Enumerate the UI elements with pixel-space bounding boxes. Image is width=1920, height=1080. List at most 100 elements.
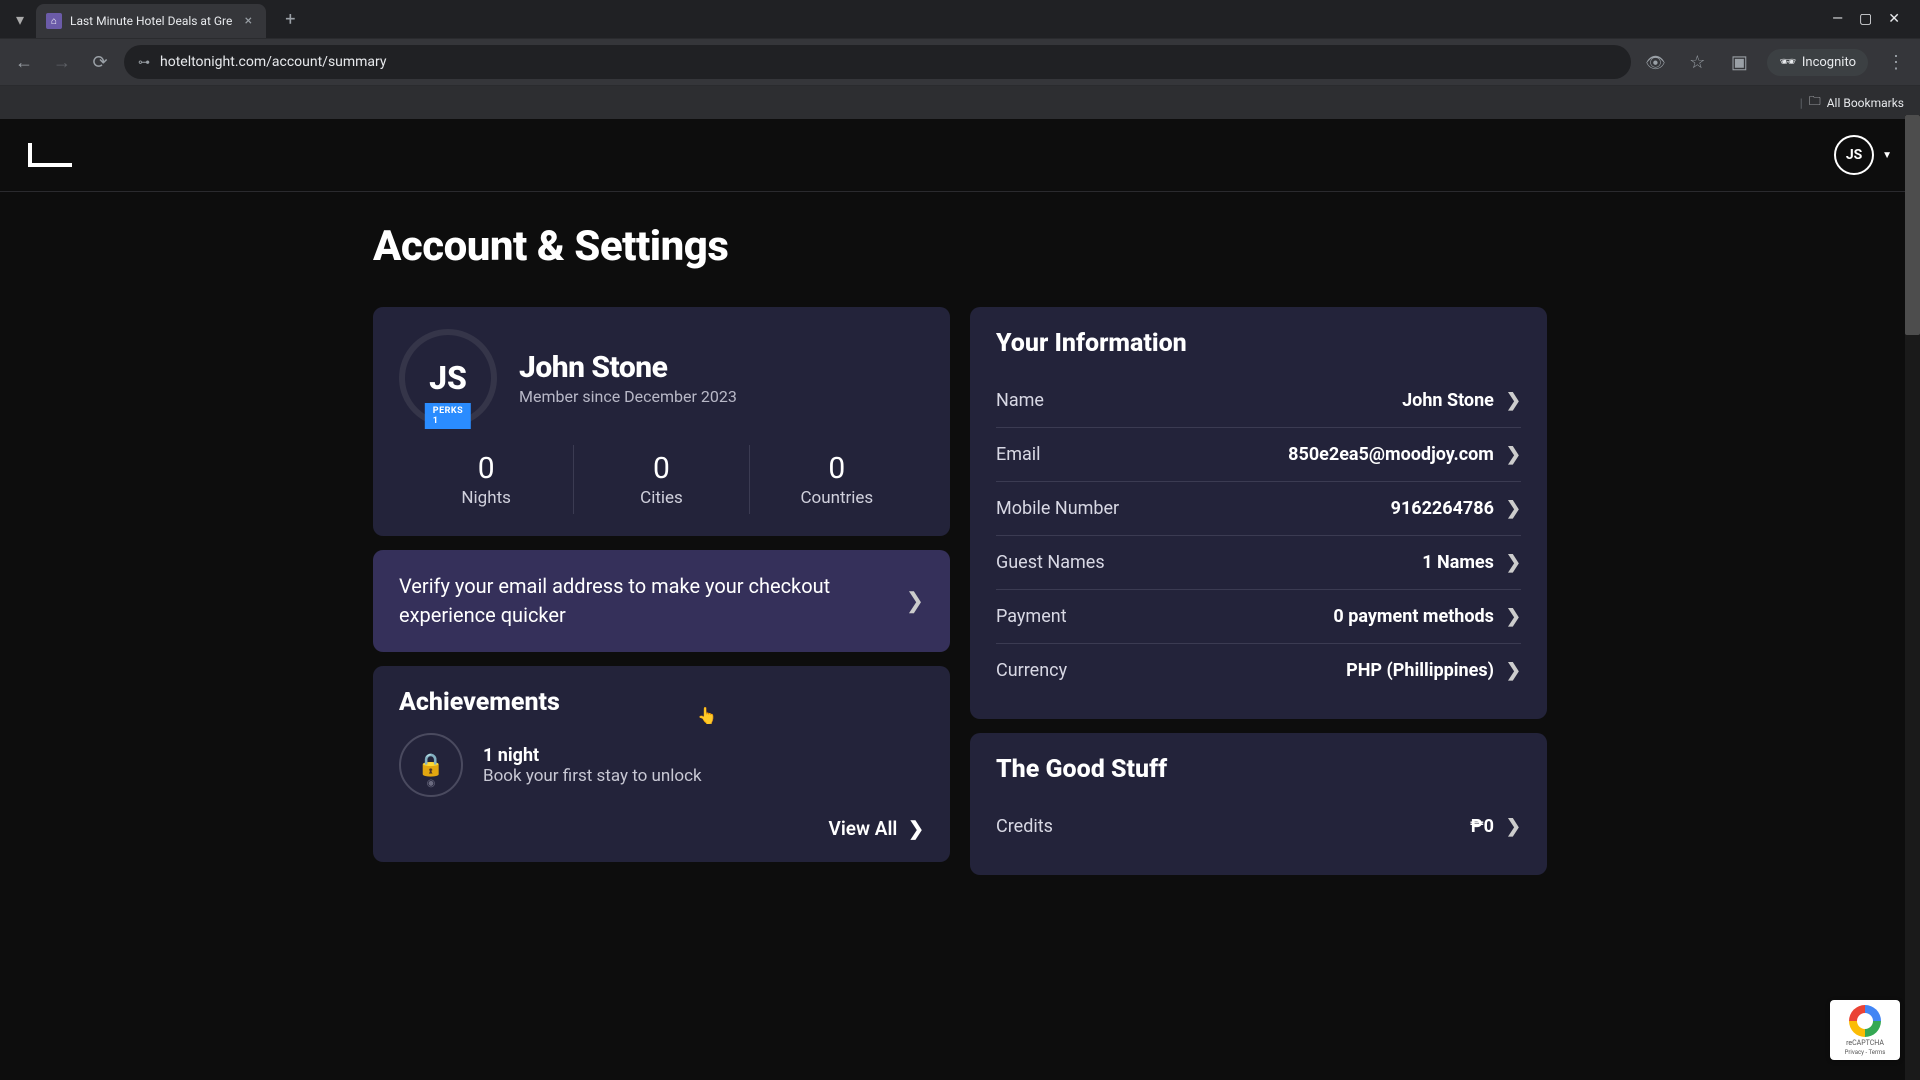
lock-icon: 🔒 <box>399 733 463 797</box>
stats-row: 0 Nights 0 Cities 0 Countries <box>399 445 924 514</box>
your-information-card: Your Information Name John Stone❯ Email … <box>970 307 1547 719</box>
avatar-large-initials: JS <box>429 359 467 397</box>
good-stuff-card: The Good Stuff Credits ₱0 ❯ <box>970 733 1547 875</box>
maximize-icon[interactable]: ▢ <box>1859 11 1872 27</box>
info-label: Mobile Number <box>996 498 1119 519</box>
info-row-credits[interactable]: Credits ₱0 ❯ <box>996 800 1521 853</box>
view-all-link[interactable]: View All ❯ <box>399 817 924 840</box>
scrollbar[interactable] <box>1905 115 1920 1080</box>
info-row-mobile[interactable]: Mobile Number 9162264786 ❯ <box>996 482 1521 536</box>
tab-search-dropdown[interactable]: ▾ <box>8 7 32 31</box>
folder-icon: 🗀 <box>1809 92 1821 113</box>
info-value: John Stone <box>1402 390 1494 411</box>
visibility-off-icon[interactable]: 👁 <box>1641 48 1669 76</box>
verify-email-text: Verify your email address to make your c… <box>399 572 888 630</box>
bookmarks-bar: | 🗀 All Bookmarks <box>0 86 1920 119</box>
info-value: PHP (Phillippines) <box>1346 660 1494 681</box>
chevron-right-icon: ❯ <box>908 817 924 840</box>
forward-button[interactable]: → <box>48 48 76 76</box>
profile-name: John Stone <box>519 350 737 385</box>
all-bookmarks-link[interactable]: All Bookmarks <box>1827 96 1904 110</box>
info-label: Credits <box>996 816 1053 837</box>
stat-nights-value: 0 <box>399 451 573 486</box>
page-title: Account & Settings <box>373 222 1547 271</box>
chevron-right-icon: ❯ <box>1506 552 1521 573</box>
scrollbar-thumb[interactable] <box>1905 115 1920 335</box>
recaptcha-badge[interactable]: reCAPTCHA Privacy - Terms <box>1830 1000 1900 1060</box>
perks-badge: PERKS 1 <box>425 403 471 429</box>
info-value: 0 payment methods <box>1333 606 1493 627</box>
achievements-card: Achievements 🔒 1 night Book your first s… <box>373 666 950 862</box>
stat-nights-label: Nights <box>399 488 573 508</box>
panel-icon[interactable]: ▣ <box>1725 48 1753 76</box>
avatar-initials: JS <box>1846 147 1862 163</box>
reload-button[interactable]: ⟳ <box>86 48 114 76</box>
minimize-icon[interactable]: — <box>1832 11 1843 27</box>
app-header: JS ▼ <box>0 119 1920 192</box>
browser-menu-icon[interactable]: ⋮ <box>1882 48 1910 76</box>
chevron-right-icon: ❯ <box>1506 498 1521 519</box>
info-label: Currency <box>996 660 1067 681</box>
tab-bar: ▾ ⌂ Last Minute Hotel Deals at Gre × + —… <box>0 0 1920 38</box>
verify-email-card[interactable]: Verify your email address to make your c… <box>373 550 950 652</box>
hoteltonight-logo[interactable] <box>28 143 72 167</box>
incognito-icon: 🕶 <box>1779 55 1796 70</box>
avatar-large: JS PERKS 1 <box>399 329 497 427</box>
good-stuff-title: The Good Stuff <box>996 755 1521 784</box>
url-input[interactable]: ⊶ hoteltonight.com/account/summary <box>124 45 1631 79</box>
info-label: Payment <box>996 606 1067 627</box>
achievement-title: 1 night <box>483 745 702 766</box>
info-value: 850e2ea5@moodjoy.com <box>1288 444 1494 465</box>
stat-nights: 0 Nights <box>399 445 573 514</box>
info-row-name[interactable]: Name John Stone ❯ <box>996 374 1521 428</box>
stat-cities-label: Cities <box>574 488 748 508</box>
stat-countries-label: Countries <box>750 488 924 508</box>
tab-title: Last Minute Hotel Deals at Gre <box>70 14 232 28</box>
profile-card: JS PERKS 1 John Stone Member since Decem… <box>373 307 950 536</box>
browser-chrome: ▾ ⌂ Last Minute Hotel Deals at Gre × + —… <box>0 0 1920 119</box>
chevron-right-icon: ❯ <box>1506 390 1521 411</box>
account-menu[interactable]: JS ▼ <box>1834 135 1892 175</box>
close-window-icon[interactable]: ✕ <box>1888 11 1900 27</box>
url-text: hoteltonight.com/account/summary <box>160 54 387 70</box>
info-value: ₱0 <box>1470 816 1494 837</box>
info-value: 9162264786 <box>1391 498 1494 519</box>
stat-countries-value: 0 <box>750 451 924 486</box>
back-button[interactable]: ← <box>10 48 38 76</box>
incognito-badge[interactable]: 🕶 Incognito <box>1767 49 1868 76</box>
right-column: Your Information Name John Stone❯ Email … <box>970 307 1547 875</box>
info-row-currency[interactable]: Currency PHP (Phillippines) ❯ <box>996 644 1521 697</box>
window-controls: — ▢ ✕ <box>1832 11 1912 27</box>
columns: JS PERKS 1 John Stone Member since Decem… <box>373 307 1547 875</box>
recaptcha-sub: Privacy - Terms <box>1845 1049 1886 1056</box>
new-tab-button[interactable]: + <box>276 5 304 33</box>
info-row-payment[interactable]: Payment 0 payment methods ❯ <box>996 590 1521 644</box>
avatar-small: JS <box>1834 135 1874 175</box>
left-column: JS PERKS 1 John Stone Member since Decem… <box>373 307 950 862</box>
chevron-right-icon: ❯ <box>1506 660 1521 681</box>
recaptcha-text: reCAPTCHA <box>1846 1039 1884 1047</box>
chevron-right-icon: ❯ <box>1506 816 1521 837</box>
chevron-right-icon: ❯ <box>1506 444 1521 465</box>
address-bar: ← → ⟳ ⊶ hoteltonight.com/account/summary… <box>0 38 1920 86</box>
close-tab-icon[interactable]: × <box>240 13 256 29</box>
browser-tab[interactable]: ⌂ Last Minute Hotel Deals at Gre × <box>36 4 266 38</box>
member-since: Member since December 2023 <box>519 387 737 406</box>
stat-cities: 0 Cities <box>573 445 748 514</box>
info-label: Name <box>996 390 1044 411</box>
site-info-icon[interactable]: ⊶ <box>138 55 150 69</box>
your-information-title: Your Information <box>996 329 1521 358</box>
chevron-right-icon: ❯ <box>1506 606 1521 627</box>
stat-cities-value: 0 <box>574 451 748 486</box>
info-row-email[interactable]: Email 850e2ea5@moodjoy.com❯ <box>996 428 1521 482</box>
tab-favicon-icon: ⌂ <box>46 13 62 29</box>
info-row-guest-names[interactable]: Guest Names 1 Names❯ <box>996 536 1521 590</box>
chevron-right-icon: ❯ <box>906 589 924 614</box>
app-root: JS ▼ Account & Settings JS PERKS 1 John … <box>0 119 1920 1079</box>
bookmark-star-icon[interactable]: ☆ <box>1683 48 1711 76</box>
achievement-item: 🔒 1 night Book your first stay to unlock <box>399 733 924 797</box>
achievements-title: Achievements <box>399 688 924 717</box>
page-content: Account & Settings JS PERKS 1 John Stone… <box>345 192 1575 915</box>
info-label: Guest Names <box>996 552 1105 573</box>
view-all-label: View All <box>829 817 898 840</box>
